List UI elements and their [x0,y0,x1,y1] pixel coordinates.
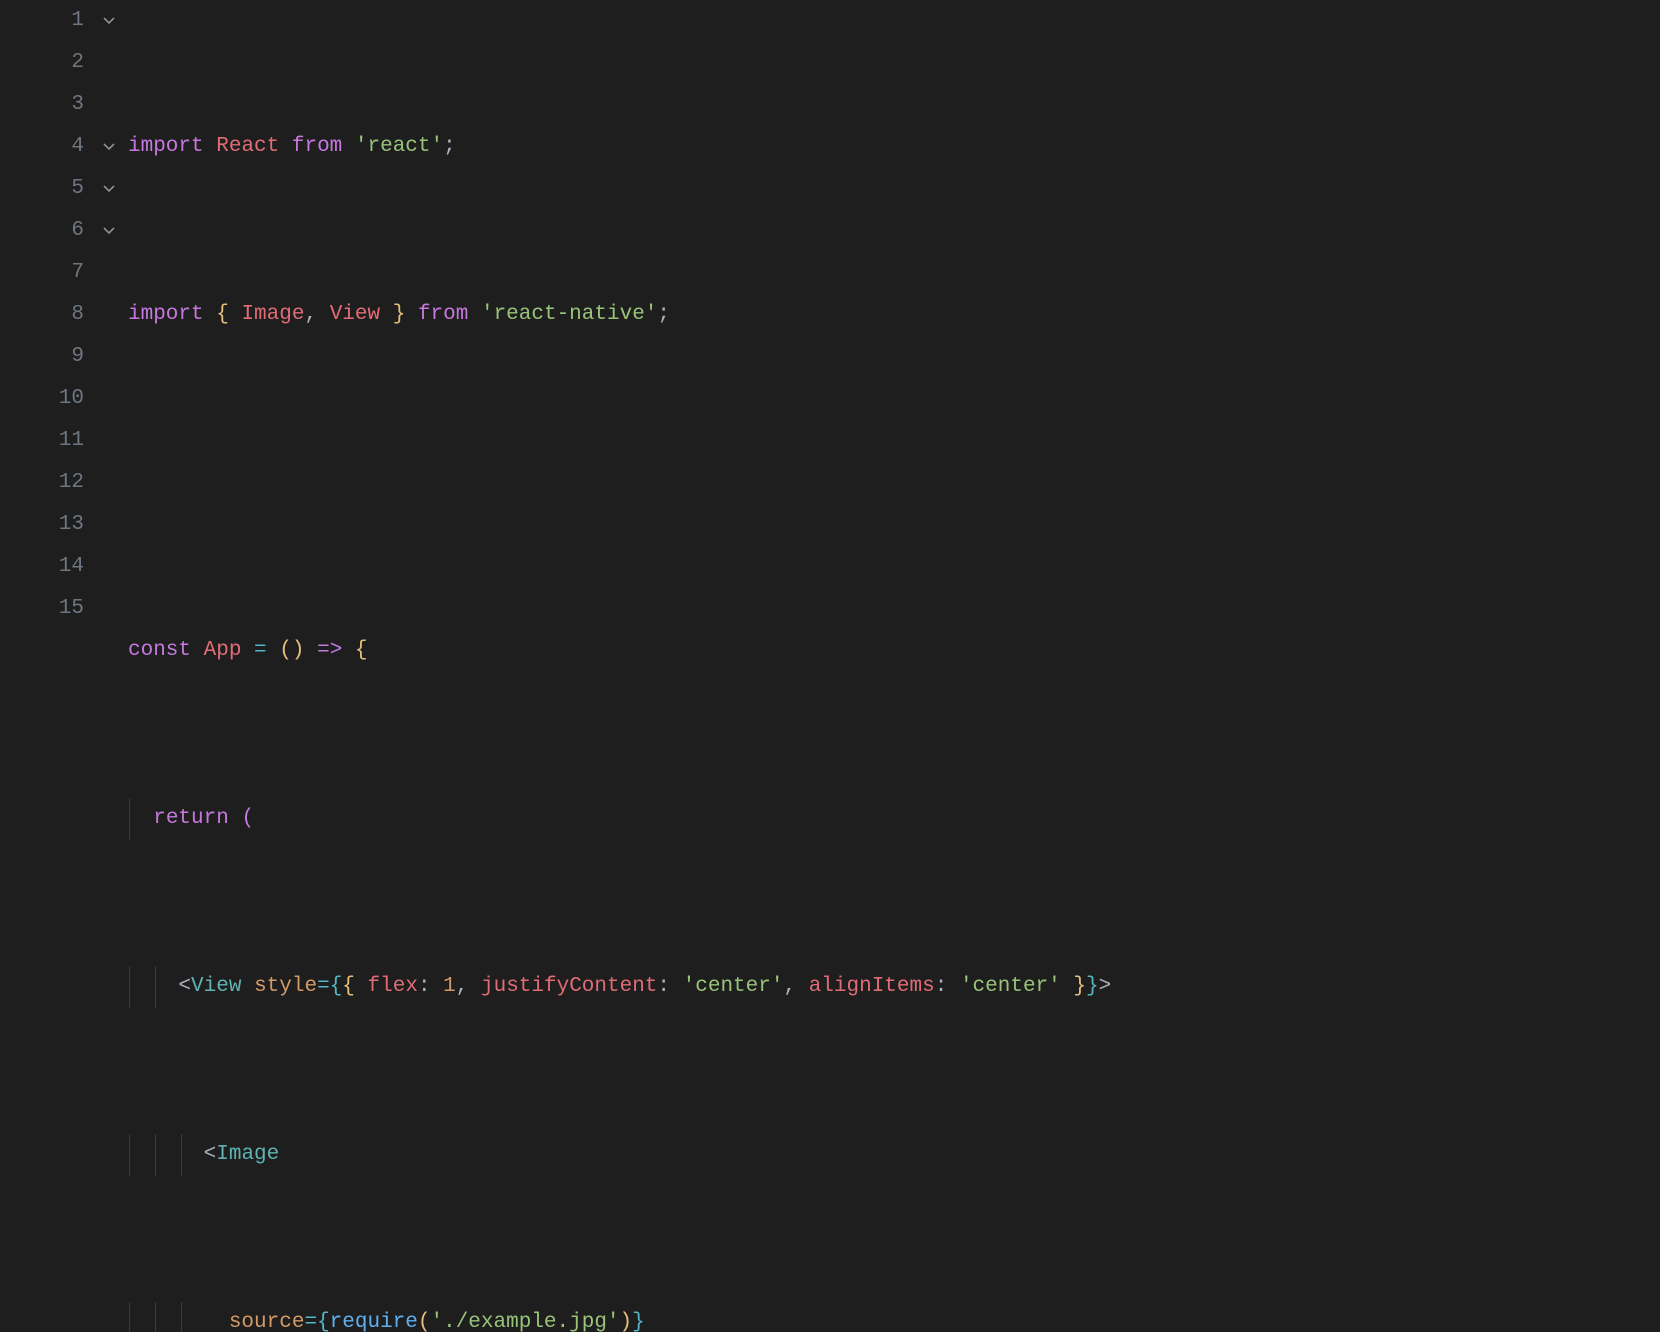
line-number: 12 [0,462,88,504]
keyword-import: import [128,294,204,336]
line-number: 4 [0,126,88,168]
line-number: 1 [0,0,88,42]
identifier-view: View [330,294,380,336]
string-literal: 'react-native' [481,294,657,336]
fold-toggle-icon[interactable] [96,210,122,252]
jsx-attr-source: source [229,1302,305,1332]
fold-toggle-icon[interactable] [96,168,122,210]
line-number: 2 [0,42,88,84]
line-number: 7 [0,252,88,294]
string-literal: 'react' [355,126,443,168]
line-number: 6 [0,210,88,252]
line-number: 5 [0,168,88,210]
keyword-import: import [128,126,204,168]
string-literal: './example.jpg' [431,1302,620,1332]
string-literal: 'center' [683,966,784,1008]
identifier-react: React [216,126,279,168]
code-line[interactable]: import React from 'react'; [128,126,1660,168]
identifier-image: Image [241,294,304,336]
keyword-from: from [292,126,342,168]
code-line[interactable]: return ( [128,798,1660,840]
line-number: 15 [0,588,88,630]
string-literal: 'center' [960,966,1061,1008]
jsx-tag-view: View [191,966,241,1008]
fold-toggle-icon[interactable] [96,126,122,168]
line-number: 11 [0,420,88,462]
line-number: 8 [0,294,88,336]
code-line[interactable]: <View style={{ flex: 1, justifyContent: … [128,966,1660,1008]
fold-gutter [96,0,122,666]
code-line[interactable]: source={require('./example.jpg')} [128,1302,1660,1332]
code-line[interactable] [128,462,1660,504]
code-line[interactable]: import { Image, View } from 'react-nativ… [128,294,1660,336]
jsx-attr-style: style [254,966,317,1008]
keyword-return: return [153,798,229,840]
function-require: require [330,1302,418,1332]
line-number: 9 [0,336,88,378]
code-line[interactable]: <Image [128,1134,1660,1176]
keyword-from: from [418,294,468,336]
line-number-gutter: 1 2 3 4 5 6 7 8 9 10 11 12 13 14 15 [0,0,96,666]
number-literal: 1 [443,966,456,1008]
jsx-tag-image: Image [216,1134,279,1176]
line-number: 10 [0,378,88,420]
code-area[interactable]: import React from 'react'; import { Imag… [122,0,1660,666]
fold-toggle-icon[interactable] [96,0,122,42]
line-number: 3 [0,84,88,126]
line-number: 14 [0,546,88,588]
line-number: 13 [0,504,88,546]
code-editor[interactable]: 1 2 3 4 5 6 7 8 9 10 11 12 13 14 15 impo… [0,0,1660,666]
